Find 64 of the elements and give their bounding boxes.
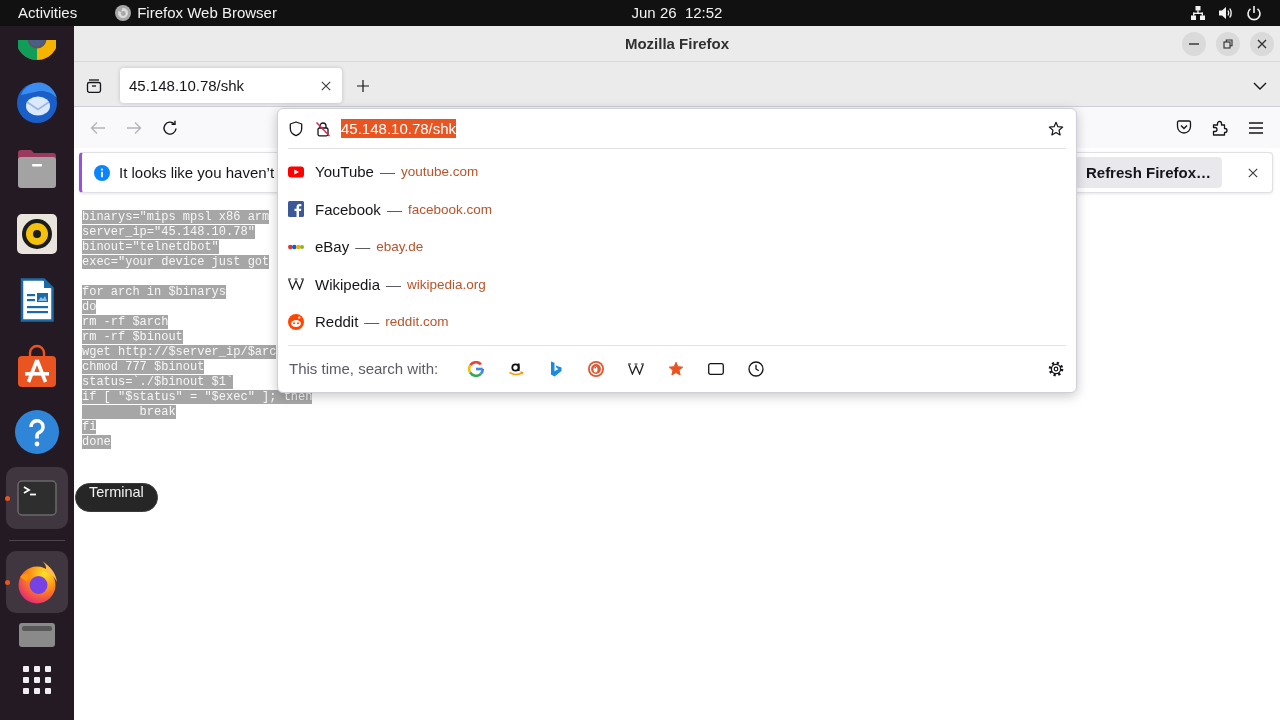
- chevron-down-icon[interactable]: [1253, 81, 1267, 90]
- network-icon[interactable]: [1190, 5, 1206, 21]
- crossed-lock-icon[interactable]: [315, 120, 331, 137]
- suggestion-item[interactable]: YouTube — youtube.com: [278, 153, 1076, 191]
- duckduckgo-icon[interactable]: [588, 360, 604, 377]
- chrome-icon: [18, 40, 56, 60]
- firefox-icon: [115, 5, 132, 21]
- dock-item[interactable]: [18, 40, 56, 60]
- amazon-icon[interactable]: [508, 360, 524, 377]
- close-icon[interactable]: [321, 80, 331, 91]
- minus-icon: [1189, 42, 1199, 45]
- clock-button[interactable]: Jun 26 12:52: [621, 0, 733, 26]
- puzzle-icon[interactable]: [1212, 119, 1228, 136]
- pocket-icon[interactable]: [1176, 120, 1192, 135]
- plus-icon[interactable]: [357, 79, 369, 92]
- star-icon[interactable]: [1048, 120, 1064, 137]
- bing-icon[interactable]: [550, 360, 562, 377]
- suggestion-item[interactable]: Facebook — facebook.com: [278, 190, 1076, 228]
- document-icon: [20, 278, 54, 322]
- volume-icon[interactable]: [1218, 5, 1234, 21]
- window-title: Mozilla Firefox: [624, 35, 730, 52]
- rectangle-icon[interactable]: [708, 362, 724, 375]
- google-icon[interactable]: [468, 360, 484, 377]
- power-icon[interactable]: [1246, 5, 1262, 21]
- restore-button[interactable]: [1216, 31, 1240, 56]
- suggestion-item[interactable]: Wikipedia — wikipedia.org: [278, 265, 1076, 303]
- clock-icon[interactable]: [748, 360, 764, 377]
- settings-icon[interactable]: [1048, 360, 1064, 377]
- close-icon[interactable]: [1248, 167, 1258, 178]
- star-icon[interactable]: [668, 360, 684, 377]
- overlapping-squares-icon: [1223, 38, 1233, 49]
- wikipedia-icon[interactable]: [628, 362, 644, 375]
- mail-icon: [15, 80, 59, 124]
- dock-item[interactable]: [6, 551, 68, 613]
- notification-message: It looks like you haven’t: [119, 164, 275, 181]
- suggestion-item[interactable]: Reddit — reddit.com: [278, 303, 1076, 341]
- box-icon[interactable]: [86, 78, 102, 93]
- reddit-icon: [288, 313, 304, 330]
- info-icon: [94, 164, 110, 181]
- menu-icon[interactable]: [1248, 121, 1264, 134]
- folder-icon: [15, 148, 59, 188]
- reload-icon[interactable]: [162, 119, 178, 136]
- help-icon: [15, 410, 59, 454]
- terminal-icon: [17, 480, 57, 516]
- youtube-icon: [288, 165, 304, 178]
- suggestion-item[interactable]: eBay — ebay.de: [278, 228, 1076, 266]
- tab[interactable]: 45.148.10.78/shk: [120, 68, 342, 103]
- wikipedia-icon: [288, 278, 304, 291]
- activities-button[interactable]: Activities: [6, 0, 90, 26]
- facebook-icon: [288, 201, 304, 218]
- drive-icon: [19, 623, 55, 647]
- shopping-bag-icon: [17, 344, 57, 388]
- tooltip: Terminal: [75, 483, 158, 512]
- shield-icon[interactable]: [289, 120, 303, 137]
- app-menu-button[interactable]: Firefox Web Browser: [103, 0, 289, 26]
- search-with-label: This time, search with:: [289, 360, 440, 378]
- ebay-icon: [288, 243, 304, 250]
- address-bar[interactable]: 45.148.10.78/shk: [278, 109, 1076, 148]
- refresh-button[interactable]: Refresh Firefox…: [1074, 157, 1222, 188]
- close-icon: [1257, 38, 1267, 49]
- app-grid-icon[interactable]: [23, 666, 51, 694]
- minimize-button[interactable]: [1182, 31, 1206, 56]
- speaker-icon: [17, 214, 57, 254]
- close-button[interactable]: [1250, 31, 1274, 56]
